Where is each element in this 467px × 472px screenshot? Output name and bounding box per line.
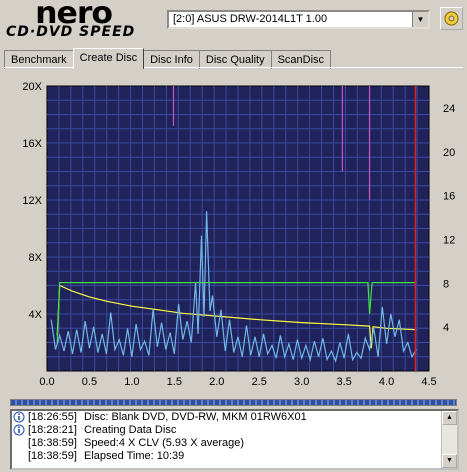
speed-chart: 0.0 0.5 1.0 1.5 2.0 2.5 3.0 3.5 4.0 4.5 4X 8X 12X 16X… [22, 81, 455, 388]
info-icon [13, 411, 25, 423]
log-timestamp: [18:28:21] [28, 424, 77, 436]
progress-strip [10, 399, 457, 406]
log-row: [18:28:21] Creating Data Disc [12, 424, 457, 437]
y-left-tick-label: 16X [22, 138, 42, 150]
log-timestamp: [18:38:59] [28, 450, 77, 462]
log-message: Speed:4 X CLV (5.93 X average) [84, 437, 245, 449]
log-row: [18:38:59] Elapsed Time: 10:39 [12, 450, 457, 463]
log-panel: [18:26:55] Disc: Blank DVD, DVD-RW, MKM 0… [10, 409, 459, 470]
y-left-tick-label: 4X [29, 309, 43, 321]
x-tick-label: 4.0 [379, 376, 394, 388]
log-spacer [13, 437, 25, 449]
x-tick-label: 1.5 [167, 376, 182, 388]
y-right-tick-label: 20 [443, 147, 455, 159]
y-left-tick-label: 12X [22, 195, 42, 207]
log-timestamp: [18:38:59] [28, 437, 77, 449]
y-right-tick-label: 12 [443, 234, 455, 246]
log-spacer [13, 450, 25, 462]
y-left-tick-label: 20X [22, 81, 42, 93]
scroll-down-button[interactable]: ▼ [442, 454, 457, 468]
log-row: [18:38:59] Speed:4 X CLV (5.93 X average) [12, 437, 457, 450]
x-tick-label: 3.5 [336, 376, 351, 388]
tab-create-disc[interactable]: Create Disc [72, 48, 145, 69]
x-tick-label: 3.0 [294, 376, 309, 388]
x-tick-label: 2.0 [209, 376, 224, 388]
info-icon [13, 424, 25, 436]
x-tick-label: 1.0 [124, 376, 139, 388]
x-tick-label: 2.5 [252, 376, 267, 388]
y-right-tick-label: 4 [443, 322, 449, 334]
x-tick-label: 0.5 [82, 376, 97, 388]
log-message: Creating Data Disc [84, 424, 177, 436]
y-left-tick-label: 8X [29, 252, 43, 264]
log-scrollbar[interactable]: ▲ ▼ [441, 411, 457, 468]
y-right-tick-label: 8 [443, 278, 449, 290]
x-tick-label: 0.0 [39, 376, 54, 388]
log-timestamp: [18:26:55] [28, 411, 77, 423]
scroll-up-button[interactable]: ▲ [442, 411, 457, 425]
log-row: [18:26:55] Disc: Blank DVD, DVD-RW, MKM 0… [12, 411, 457, 424]
y-right-tick-label: 24 [443, 103, 455, 115]
log-message: Elapsed Time: 10:39 [84, 450, 185, 462]
x-tick-label: 4.5 [421, 376, 436, 388]
y-right-tick-label: 16 [443, 191, 455, 203]
log-message: Disc: Blank DVD, DVD-RW, MKM 01RW6X01 [84, 411, 307, 423]
